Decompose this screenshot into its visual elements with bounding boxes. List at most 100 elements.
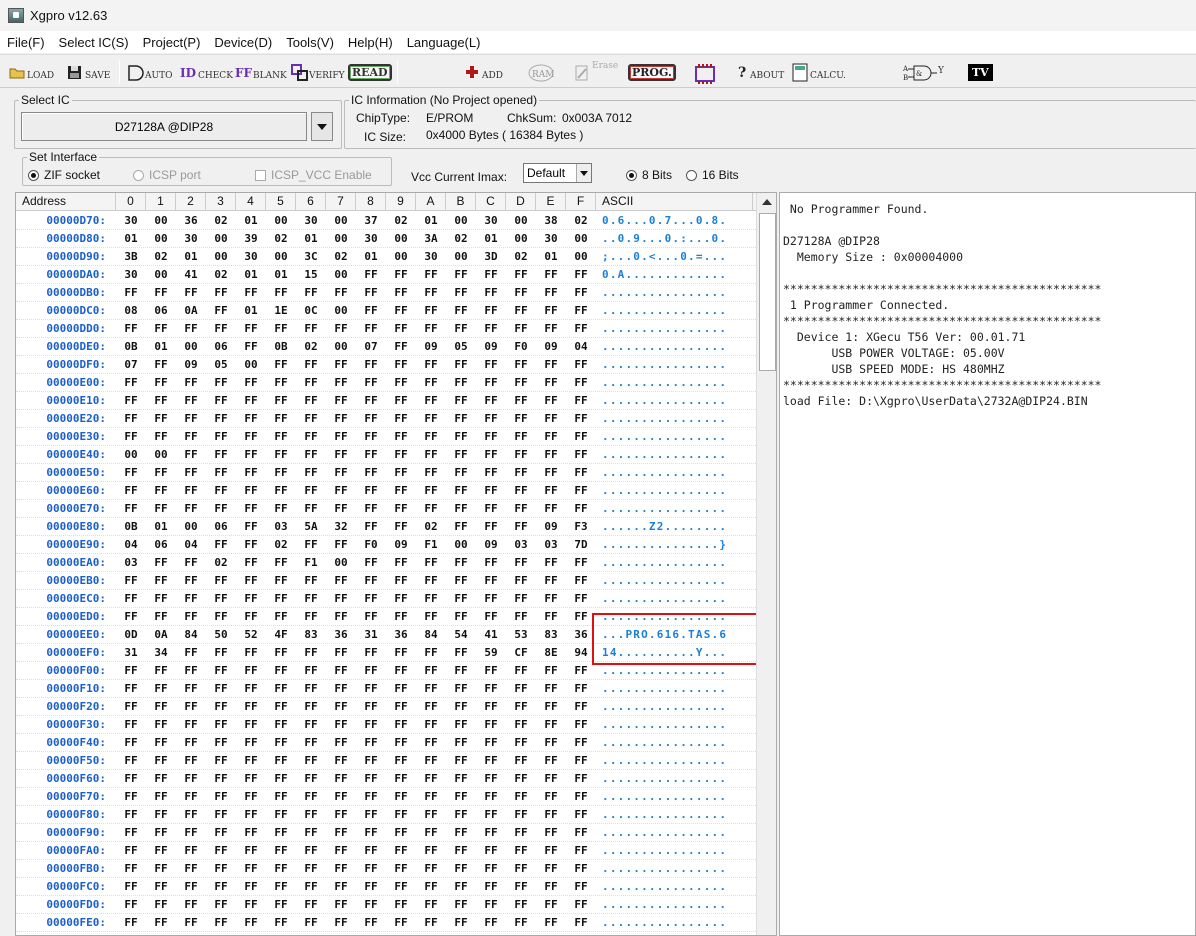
hex-byte[interactable]: FF: [296, 484, 326, 497]
row-ascii[interactable]: ................: [596, 898, 753, 911]
hex-byte[interactable]: FF: [266, 322, 296, 335]
prog-button[interactable]: PROG.: [628, 59, 676, 85]
hex-byte[interactable]: FF: [296, 502, 326, 515]
hex-byte[interactable]: FF: [566, 790, 596, 803]
hex-byte[interactable]: FF: [386, 466, 416, 479]
row-ascii[interactable]: ................: [596, 358, 753, 371]
hex-row[interactable]: 00000FA0: FF FF FF FF FF FF FF FF FF FF FF FF FF FF FF F…: [16, 842, 756, 860]
hex-byte[interactable]: FF: [206, 880, 236, 893]
hex-byte[interactable]: FF: [266, 394, 296, 407]
hex-byte[interactable]: FF: [476, 556, 506, 569]
hex-byte[interactable]: F0: [506, 340, 536, 353]
hex-byte[interactable]: 00: [326, 556, 356, 569]
hex-byte[interactable]: FF: [326, 826, 356, 839]
hex-row[interactable]: 00000FD0: FF FF FF FF FF FF FF FF FF FF FF FF FF FF FF F…: [16, 896, 756, 914]
hex-byte[interactable]: 00: [566, 250, 596, 263]
hex-byte[interactable]: FF: [236, 646, 266, 659]
hex-byte[interactable]: FF: [206, 574, 236, 587]
hex-byte[interactable]: FF: [206, 286, 236, 299]
hex-byte[interactable]: FF: [446, 772, 476, 785]
scroll-up-icon[interactable]: [759, 195, 775, 209]
row-ascii[interactable]: ................: [596, 880, 753, 893]
hex-byte[interactable]: FF: [146, 484, 176, 497]
hex-byte[interactable]: FF: [266, 898, 296, 911]
hex-row[interactable]: 00000F10: FF FF FF FF FF FF FF FF FF FF FF FF FF FF FF F…: [16, 680, 756, 698]
zif-socket-option[interactable]: ZIF socket: [28, 168, 100, 182]
row-ascii[interactable]: ................: [596, 592, 753, 605]
hex-byte[interactable]: FF: [386, 394, 416, 407]
hex-byte[interactable]: FF: [116, 772, 146, 785]
verify-button[interactable]: VERIFY: [290, 59, 345, 85]
hex-byte[interactable]: FF: [446, 880, 476, 893]
hex-byte[interactable]: FF: [266, 880, 296, 893]
hex-byte[interactable]: FF: [176, 880, 206, 893]
hex-byte[interactable]: FF: [506, 664, 536, 677]
hex-row[interactable]: 00000F60: FF FF FF FF FF FF FF FF FF FF FF FF FF FF FF F…: [16, 770, 756, 788]
hex-byte[interactable]: FF: [296, 592, 326, 605]
hex-byte[interactable]: FF: [356, 682, 386, 695]
hex-row[interactable]: 00000E20: FF FF FF FF FF FF FF FF FF FF FF FF FF FF FF F…: [16, 410, 756, 428]
hex-byte[interactable]: FF: [536, 790, 566, 803]
hex-byte[interactable]: FF: [236, 610, 266, 623]
hex-byte[interactable]: FF: [116, 664, 146, 677]
hex-byte[interactable]: FF: [326, 844, 356, 857]
hex-byte[interactable]: 05: [206, 358, 236, 371]
hex-byte[interactable]: FF: [236, 286, 266, 299]
hex-byte[interactable]: FF: [146, 664, 176, 677]
row-ascii[interactable]: ................: [596, 754, 753, 767]
hex-byte[interactable]: FF: [236, 538, 266, 551]
hex-row[interactable]: 00000E60: FF FF FF FF FF FF FF FF FF FF FF FF FF FF FF F…: [16, 482, 756, 500]
hex-byte[interactable]: FF: [356, 700, 386, 713]
hex-byte[interactable]: 02: [446, 232, 476, 245]
row-ascii[interactable]: ................: [596, 682, 753, 695]
hex-byte[interactable]: FF: [416, 862, 446, 875]
hex-byte[interactable]: FF: [356, 772, 386, 785]
hex-byte[interactable]: FF: [326, 646, 356, 659]
hex-byte[interactable]: FF: [416, 844, 446, 857]
hex-byte[interactable]: FF: [206, 484, 236, 497]
hex-byte[interactable]: 00: [506, 232, 536, 245]
hex-byte[interactable]: FF: [146, 358, 176, 371]
hex-byte[interactable]: FF: [176, 916, 206, 929]
hex-byte[interactable]: FF: [296, 358, 326, 371]
hex-byte[interactable]: 00: [326, 214, 356, 227]
hex-byte[interactable]: FF: [326, 898, 356, 911]
hex-byte[interactable]: FF: [326, 916, 356, 929]
hex-byte[interactable]: 09: [536, 520, 566, 533]
hex-byte[interactable]: FF: [476, 592, 506, 605]
hex-byte[interactable]: FF: [146, 754, 176, 767]
about-button[interactable]: ? ABOUT: [737, 59, 784, 85]
hex-byte[interactable]: FF: [416, 916, 446, 929]
hex-byte[interactable]: FF: [566, 502, 596, 515]
hex-byte[interactable]: FF: [296, 466, 326, 479]
row-ascii[interactable]: ................: [596, 304, 753, 317]
hex-byte[interactable]: FF: [416, 592, 446, 605]
hex-row[interactable]: 00000EB0: FF FF FF FF FF FF FF FF FF FF FF FF FF FF FF F…: [16, 572, 756, 590]
hex-byte[interactable]: 00: [386, 232, 416, 245]
hex-byte[interactable]: FF: [476, 502, 506, 515]
hex-byte[interactable]: FF: [416, 430, 446, 443]
hex-byte[interactable]: FF: [506, 808, 536, 821]
scroll-thumb[interactable]: [759, 213, 776, 371]
hex-byte[interactable]: FF: [386, 790, 416, 803]
hex-byte[interactable]: FF: [566, 862, 596, 875]
row-ascii[interactable]: ................: [596, 862, 753, 875]
hex-byte[interactable]: 00: [506, 214, 536, 227]
hex-byte[interactable]: FF: [296, 880, 326, 893]
hex-byte[interactable]: FF: [506, 376, 536, 389]
hex-byte[interactable]: FF: [386, 358, 416, 371]
hex-byte[interactable]: FF: [116, 862, 146, 875]
hex-byte[interactable]: FF: [356, 592, 386, 605]
hex-byte[interactable]: FF: [386, 772, 416, 785]
hex-byte[interactable]: FF: [176, 502, 206, 515]
hex-byte[interactable]: 03: [116, 556, 146, 569]
hex-byte[interactable]: FF: [356, 430, 386, 443]
hex-row[interactable]: 00000F20: FF FF FF FF FF FF FF FF FF FF FF FF FF FF FF F…: [16, 698, 756, 716]
hex-byte[interactable]: 07: [116, 358, 146, 371]
hex-byte[interactable]: FF: [266, 448, 296, 461]
hex-byte[interactable]: FF: [356, 574, 386, 587]
hex-byte[interactable]: FF: [356, 790, 386, 803]
row-ascii[interactable]: ...............}: [596, 538, 753, 551]
hex-byte[interactable]: 52: [236, 628, 266, 641]
hex-byte[interactable]: FF: [476, 862, 506, 875]
